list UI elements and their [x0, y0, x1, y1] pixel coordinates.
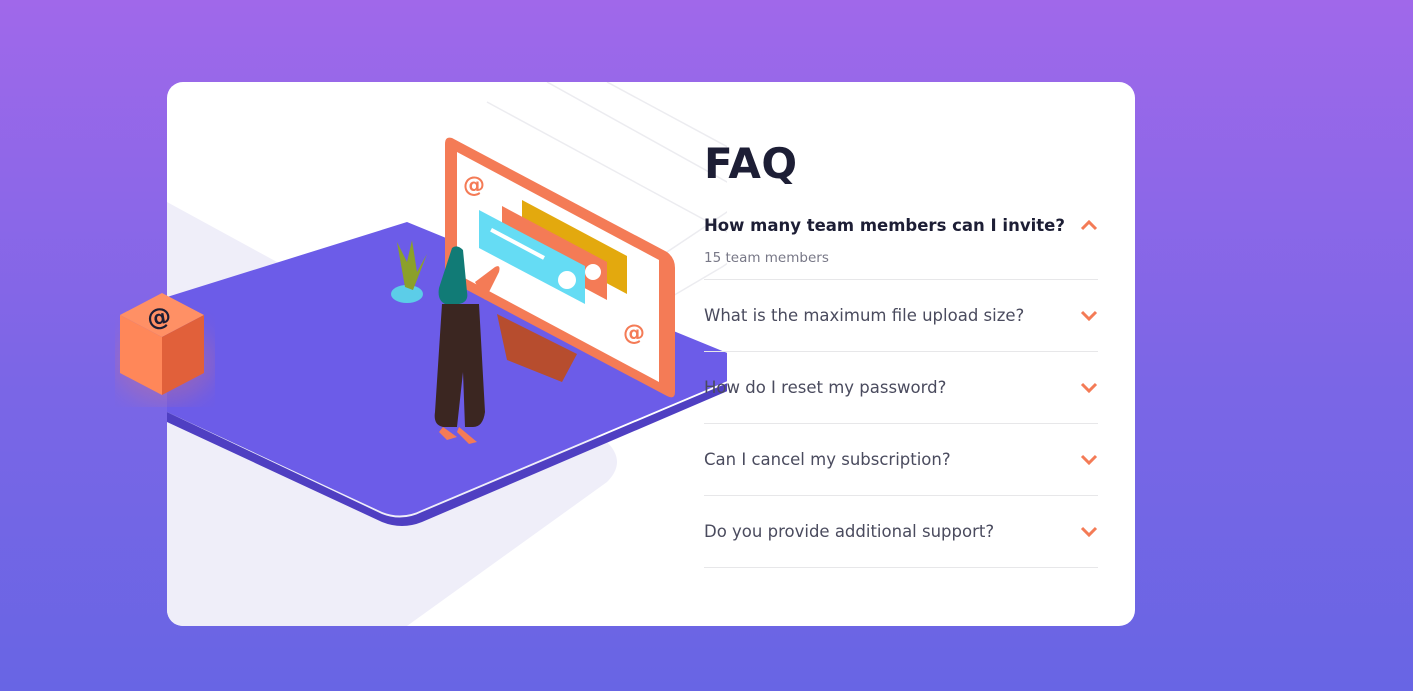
faq-card: @ @ @ FAQ How many team members can I in… — [115, 82, 1135, 626]
faq-question[interactable]: How do I reset my password? — [704, 378, 946, 397]
faq-question-row[interactable]: How do I reset my password? — [704, 352, 1098, 423]
faq-question-row[interactable]: Do you provide additional support? — [704, 496, 1098, 567]
faq-item[interactable]: Do you provide additional support? — [704, 496, 1098, 568]
faq-item[interactable]: How do I reset my password? — [704, 352, 1098, 424]
faq-title: FAQ — [704, 139, 798, 188]
chevron-down-icon[interactable] — [1076, 309, 1098, 323]
faq-question[interactable]: What is the maximum file upload size? — [704, 306, 1024, 325]
chevron-down-icon[interactable] — [1076, 381, 1098, 395]
faq-question[interactable]: How many team members can I invite? — [704, 216, 1065, 235]
faq-item[interactable]: How many team members can I invite? 15 t… — [704, 210, 1098, 280]
faq-question-row[interactable]: What is the maximum file upload size? — [704, 280, 1098, 351]
chevron-down-icon[interactable] — [1076, 453, 1098, 467]
woman-online-illustration: @ @ — [167, 82, 727, 626]
screen-card-dot — [585, 264, 601, 280]
faq-answer: 15 team members — [704, 250, 829, 266]
faq-item[interactable]: Can I cancel my subscription? — [704, 424, 1098, 496]
faq-question-row[interactable]: How many team members can I invite? — [704, 210, 1098, 240]
floating-box-illustration: @ — [115, 293, 215, 402]
faq-section: FAQ How many team members can I invite? … — [704, 140, 1098, 568]
faq-item[interactable]: What is the maximum file upload size? — [704, 280, 1098, 352]
chevron-down-icon[interactable] — [1076, 525, 1098, 539]
faq-question[interactable]: Can I cancel my subscription? — [704, 450, 951, 469]
at-symbol-icon: @ — [623, 321, 645, 346]
screen-card-dot — [558, 271, 576, 289]
chevron-up-icon[interactable] — [1076, 218, 1098, 232]
faq-question[interactable]: Do you provide additional support? — [704, 522, 994, 541]
at-symbol-icon: @ — [145, 301, 173, 333]
at-symbol-icon: @ — [463, 173, 485, 198]
faq-question-row[interactable]: Can I cancel my subscription? — [704, 424, 1098, 495]
